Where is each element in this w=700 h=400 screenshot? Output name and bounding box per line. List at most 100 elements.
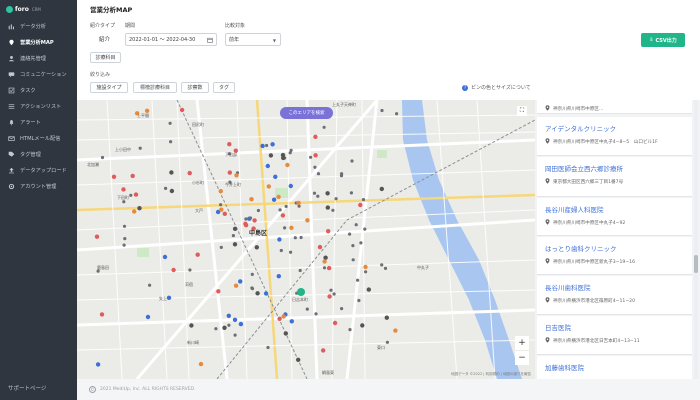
map-pin[interactable] xyxy=(234,173,239,178)
map-pin[interactable] xyxy=(325,205,330,210)
map-pin[interactable] xyxy=(232,226,238,231)
clinic-card[interactable]: はっとり歯科クリニック 神奈川県川崎市中原区新丸子3−19−16 xyxy=(537,237,692,275)
map-pin[interactable] xyxy=(266,345,270,350)
map-pin[interactable] xyxy=(288,183,293,189)
dept-button[interactable]: 診療科目 xyxy=(90,52,121,63)
map-pin[interactable] xyxy=(123,237,127,241)
map-pin[interactable] xyxy=(266,184,271,189)
map-pin[interactable] xyxy=(316,194,320,198)
map-pin[interactable] xyxy=(276,194,281,200)
map-pin[interactable] xyxy=(169,188,175,194)
map-pin[interactable] xyxy=(289,225,294,230)
map-view[interactable]: このエリアを検索 ⛶ + − 中島区 上平間 田尻町 上丸子天神町 上小田中 北加瀬 小杉町… xyxy=(77,100,535,379)
map-pin[interactable] xyxy=(243,223,249,228)
map-pin[interactable] xyxy=(130,173,135,179)
fullscreen-icon[interactable]: ⛶ xyxy=(517,106,527,116)
map-pin[interactable] xyxy=(188,268,192,272)
map-pin[interactable] xyxy=(255,291,260,296)
map-pin[interactable] xyxy=(94,234,100,239)
map-pin[interactable] xyxy=(383,266,388,270)
map-pin[interactable] xyxy=(100,155,105,160)
clinic-card[interactable]: 日吉医院 神奈川県横浜市港北区日吉本町4−13−11 xyxy=(537,316,692,355)
map-pin[interactable] xyxy=(145,314,151,320)
sidebar-item-1[interactable]: 営業分析MAP xyxy=(0,34,77,50)
map-pin[interactable] xyxy=(129,193,133,197)
map-pin[interactable] xyxy=(363,227,367,231)
map-pin[interactable] xyxy=(334,197,338,201)
map-pin[interactable] xyxy=(164,186,168,190)
map-pin[interactable] xyxy=(281,314,286,319)
sidebar-item-10[interactable]: アカウント管理 xyxy=(0,178,77,194)
map-pin[interactable] xyxy=(248,216,253,220)
map-pin[interactable] xyxy=(233,283,239,288)
map-pin[interactable] xyxy=(322,259,327,264)
map-pin[interactable] xyxy=(329,288,333,292)
sidebar-item-6[interactable]: アラート xyxy=(0,114,77,130)
map-pin[interactable] xyxy=(340,307,344,311)
map-pin[interactable] xyxy=(216,289,221,294)
map-pin[interactable] xyxy=(364,270,368,274)
map-pin[interactable] xyxy=(95,362,101,367)
map-pin[interactable] xyxy=(222,211,227,216)
map-pin[interactable] xyxy=(137,206,142,211)
map-pin[interactable] xyxy=(166,295,172,300)
map-pin[interactable] xyxy=(359,241,363,245)
map-pin[interactable] xyxy=(280,213,286,218)
map-pin[interactable] xyxy=(277,316,282,321)
map-pin[interactable] xyxy=(214,327,218,331)
map-pin[interactable] xyxy=(313,153,318,158)
map-pin[interactable] xyxy=(322,125,326,129)
map-pin[interactable] xyxy=(379,186,384,192)
map-pin[interactable] xyxy=(219,245,223,249)
map-pin[interactable] xyxy=(148,283,152,287)
map-pin[interactable] xyxy=(121,187,126,192)
map-pin[interactable] xyxy=(169,140,173,144)
clinic-name[interactable]: 岡田医師会立西六郷診療所 xyxy=(545,163,692,173)
map-pin[interactable] xyxy=(111,174,117,179)
map-pin[interactable] xyxy=(354,223,358,227)
map-pin[interactable] xyxy=(256,208,260,213)
map-pin[interactable] xyxy=(179,107,185,113)
clinic-card[interactable]: 長谷川歯科医院 神奈川県横浜市港北区篠原町4−11−20 xyxy=(537,276,692,315)
map-pin[interactable] xyxy=(326,265,332,271)
map-pin[interactable] xyxy=(265,143,269,148)
sidebar-item-2[interactable]: 連絡先管理 xyxy=(0,50,77,66)
map-pin[interactable] xyxy=(380,263,384,267)
map-attribution[interactable]: 地図データ ©2022 | 利用規約 | 地図の誤りを報告 xyxy=(451,372,531,377)
map-pin[interactable] xyxy=(309,155,313,159)
map-pin[interactable] xyxy=(385,340,389,344)
map-pin[interactable] xyxy=(321,348,326,353)
clinic-name[interactable]: 日吉医院 xyxy=(545,322,692,332)
scroll-thumb[interactable] xyxy=(694,255,698,273)
map-pin[interactable] xyxy=(349,191,353,195)
map-pin[interactable] xyxy=(325,191,330,196)
map-pin[interactable] xyxy=(366,287,371,292)
chip-department[interactable]: 標榜診療科目 xyxy=(133,82,177,93)
map-pin[interactable] xyxy=(244,217,248,221)
csv-export-button[interactable]: ⇩ CSV出力 xyxy=(641,33,685,47)
map-pin[interactable] xyxy=(219,207,224,212)
map-pin[interactable] xyxy=(273,174,278,179)
map-pin[interactable] xyxy=(363,264,368,270)
list-scrollbar[interactable] xyxy=(694,100,698,379)
map-pin[interactable] xyxy=(331,208,335,212)
map-pin[interactable] xyxy=(332,320,338,326)
map-pin[interactable] xyxy=(313,134,318,139)
map-pin[interactable] xyxy=(356,278,360,282)
map-pin[interactable] xyxy=(268,153,274,158)
map-pin[interactable] xyxy=(395,112,399,116)
map-pin[interactable] xyxy=(232,242,238,247)
sidebar-item-3[interactable]: コミュニケーション xyxy=(0,66,77,82)
map-canvas[interactable] xyxy=(77,100,535,379)
map-pin[interactable] xyxy=(249,197,254,202)
map-pin[interactable] xyxy=(278,208,282,212)
clinic-name[interactable]: はっとり歯科クリニック xyxy=(545,243,692,253)
map-pin[interactable] xyxy=(283,331,288,336)
map-pin[interactable] xyxy=(380,108,384,113)
map-pin[interactable] xyxy=(138,146,142,150)
map-pin[interactable] xyxy=(238,279,243,284)
sidebar-item-9[interactable]: データアップロード xyxy=(0,162,77,178)
zoom-out-button[interactable]: − xyxy=(515,351,529,365)
map-pin[interactable] xyxy=(226,313,231,318)
map-pin[interactable] xyxy=(168,121,172,125)
